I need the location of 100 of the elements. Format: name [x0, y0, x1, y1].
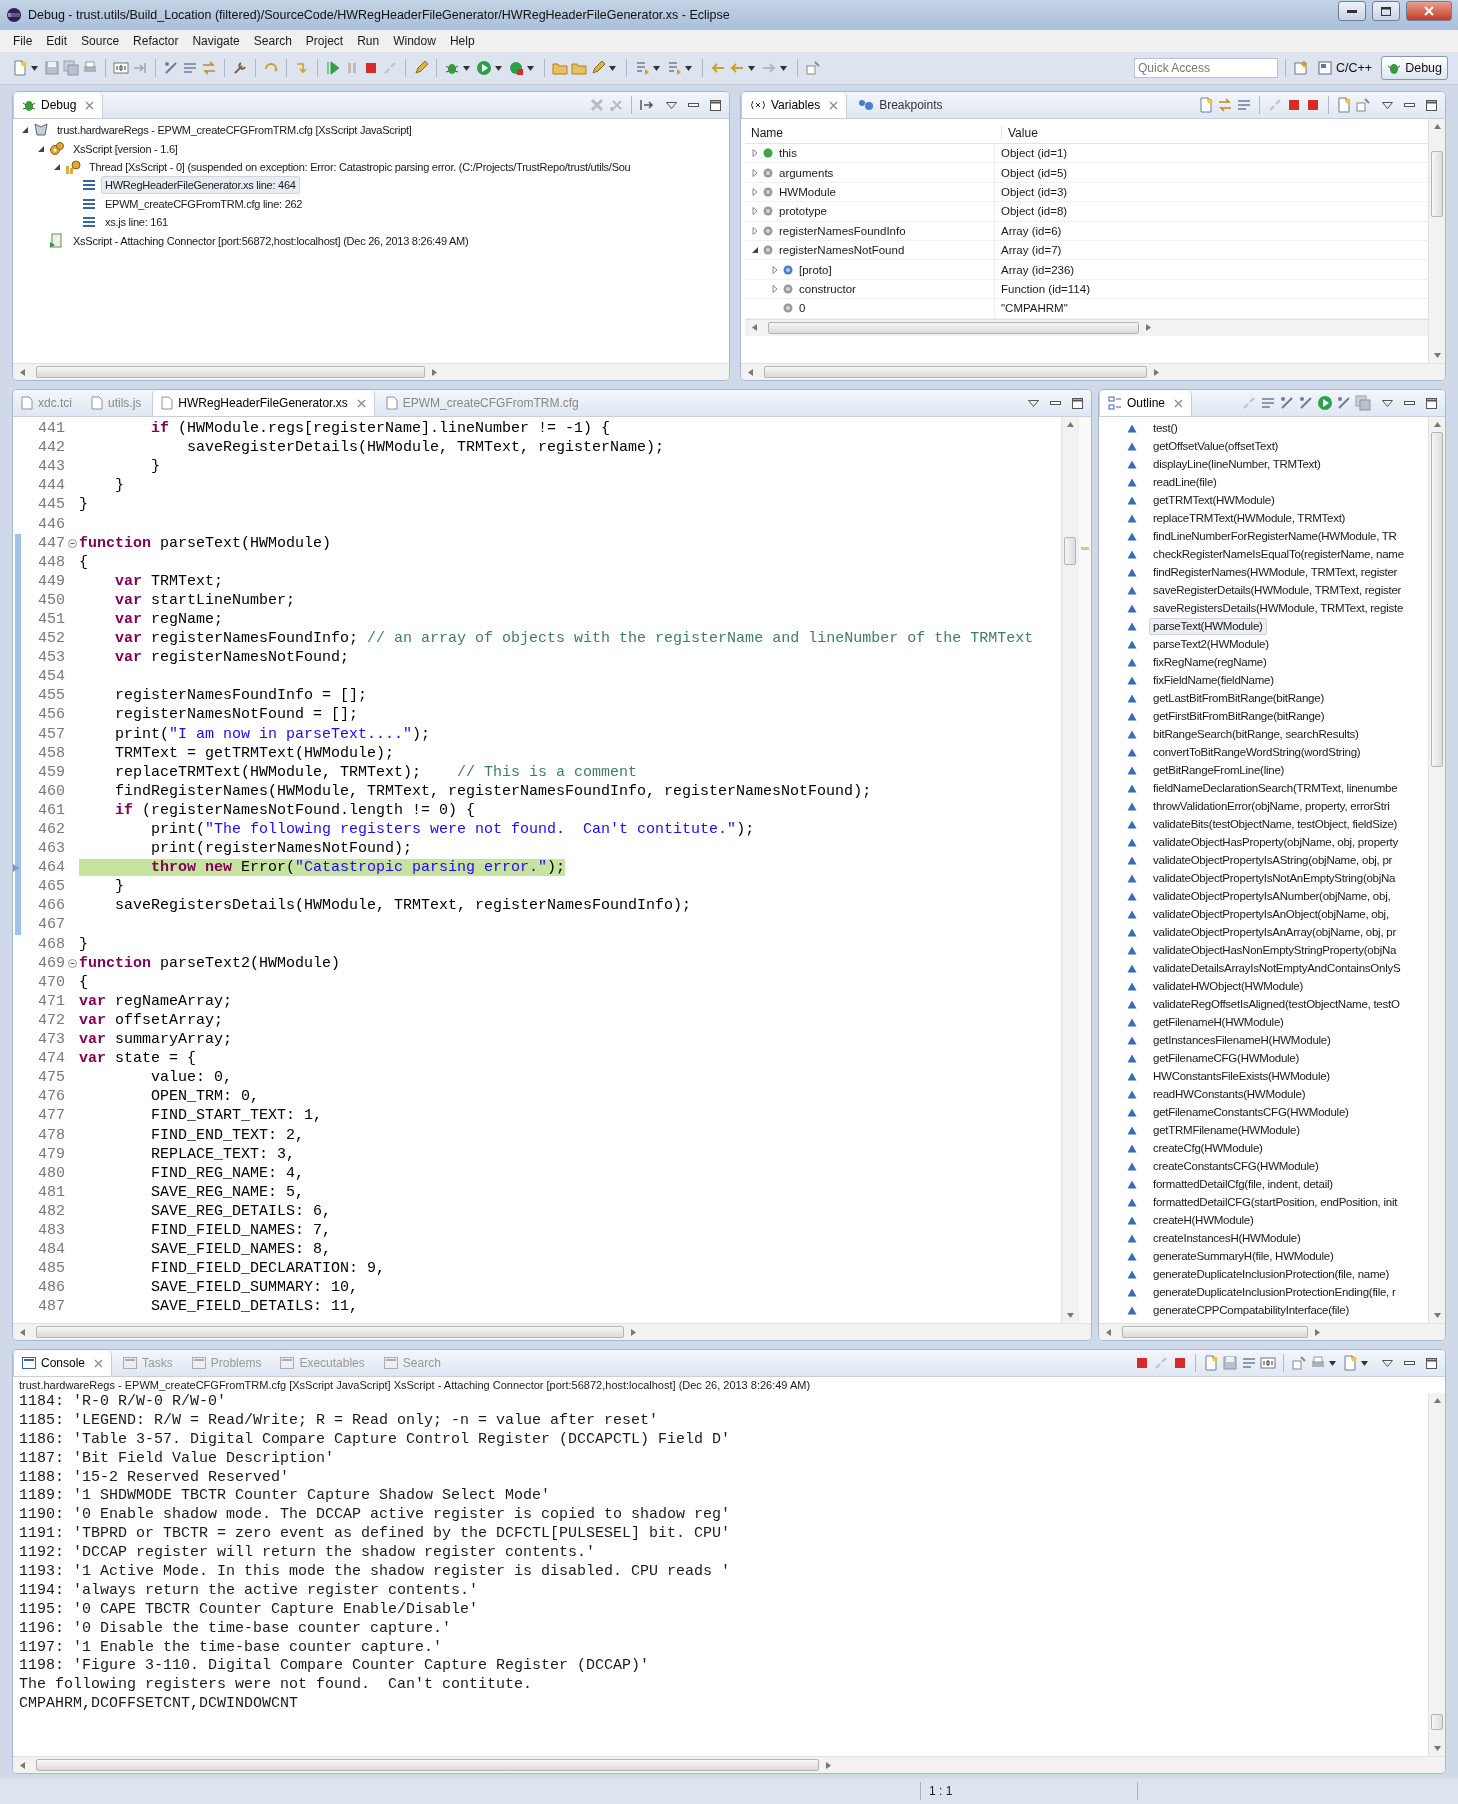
variable-name[interactable]: constructor	[799, 282, 856, 295]
outline-item[interactable]: findLineNumberForRegisterName(HWModule, TR	[1149, 527, 1401, 545]
maximize-icon[interactable]	[1381, 6, 1391, 16]
run-icon[interactable]	[1317, 395, 1333, 411]
outline-item[interactable]: checkRegisterNameIsEqualTo(registerName, name	[1149, 545, 1408, 563]
arrows-icon[interactable]	[1217, 97, 1233, 113]
maximize-button[interactable]	[1372, 1, 1400, 21]
scroll-down-icon[interactable]	[1433, 352, 1441, 359]
outline-icon[interactable]	[1108, 396, 1122, 410]
maximize-icon[interactable]	[1426, 99, 1437, 111]
pin-icon[interactable]	[805, 60, 821, 76]
perspective-button[interactable]: Debug	[1381, 56, 1448, 80]
expanded-arrow-icon[interactable]	[53, 162, 61, 171]
file-icon[interactable]	[385, 396, 398, 410]
outline-item[interactable]: throwValidationError(objName, property, errorStri	[1149, 797, 1394, 815]
maximize-icon[interactable]	[1426, 397, 1437, 409]
scroll-left-icon[interactable]	[19, 368, 26, 376]
link-icon[interactable]	[1298, 395, 1314, 411]
tree-item[interactable]: HWRegHeaderFileGenerator.xs line: 464	[101, 176, 300, 195]
collapsed-arrow-icon[interactable]	[751, 149, 759, 158]
collapsed-arrow-icon[interactable]	[751, 168, 759, 177]
outline-item[interactable]: test()	[1149, 419, 1182, 437]
outline-item[interactable]: getBitRangeFromLine(line)	[1149, 761, 1289, 779]
minimize-icon[interactable]	[1050, 401, 1061, 405]
caret-icon[interactable]	[463, 65, 470, 71]
tree-item[interactable]: XsScript [version - 1.6]	[69, 139, 182, 158]
resume-icon[interactable]	[325, 60, 341, 76]
variable-name[interactable]: this	[779, 147, 797, 160]
scroll-thumb[interactable]	[36, 1326, 625, 1338]
save-all-icon[interactable]	[63, 60, 79, 76]
outline-item[interactable]: convertToBitRangeWordString(wordString)	[1149, 743, 1365, 761]
tree-item[interactable]: EPWM_createCFGFromTRM.cfg line: 262	[101, 194, 307, 213]
pin-icon[interactable]	[1355, 97, 1371, 113]
fold-icon[interactable]	[67, 958, 77, 968]
list-icon[interactable]	[1260, 395, 1276, 411]
scroll-thumb[interactable]	[768, 321, 1140, 334]
outline-item[interactable]: fixFieldName(fieldName)	[1149, 671, 1278, 689]
vertical-scrollbar[interactable]	[1428, 119, 1445, 363]
step-return-icon[interactable]	[294, 60, 310, 76]
caret-icon[interactable]	[527, 65, 534, 71]
outline-item[interactable]: getLastBitFromBitRange(bitRange)	[1149, 689, 1328, 707]
scroll-left-icon[interactable]	[1105, 1328, 1112, 1336]
fold-icon[interactable]	[67, 538, 77, 548]
breakpoints-icon[interactable]	[858, 99, 875, 111]
expanded-arrow-icon[interactable]	[37, 144, 45, 153]
outline-item[interactable]: generateDuplicateInclusionProtectionEnding(file, r	[1149, 1284, 1400, 1302]
expanded-arrow-icon[interactable]	[751, 246, 759, 255]
outline-item[interactable]: validateObjectPropertyIsAString(objName, obj, pr	[1149, 851, 1397, 869]
window-icon[interactable]	[1318, 61, 1332, 75]
scroll-up-icon[interactable]	[1433, 421, 1441, 428]
quick-access-field[interactable]: Quick Access	[1134, 58, 1278, 78]
outline-item[interactable]: generateCPPCompatabilityInterface(file)	[1149, 1302, 1354, 1320]
scroll-up-icon[interactable]	[1433, 1397, 1441, 1404]
outline-item[interactable]: createH(HWModule)	[1149, 1212, 1258, 1230]
file-icon[interactable]	[91, 396, 103, 410]
caret-icon[interactable]	[609, 65, 616, 71]
horizontal-scrollbar[interactable]	[1099, 1323, 1445, 1340]
view-tab[interactable]: Console	[13, 1350, 113, 1376]
minimize-icon[interactable]	[1404, 103, 1415, 107]
outline-item[interactable]: validateObjectHasNonEmptyStringProperty(objNa	[1149, 941, 1401, 959]
variable-name[interactable]: registerNamesFoundInfo	[779, 224, 906, 237]
close-icon[interactable]	[356, 398, 366, 408]
maximize-icon[interactable]	[1426, 1357, 1437, 1369]
arrows-icon[interactable]	[201, 60, 217, 76]
open-perspective-icon[interactable]	[1293, 60, 1309, 76]
outline-item[interactable]: validateObjectPropertyIsAnObject(objName, obj,	[1149, 905, 1393, 923]
scroll-right-icon[interactable]	[630, 1328, 638, 1336]
caret-icon[interactable]	[31, 65, 38, 71]
caret-icon[interactable]	[653, 65, 660, 71]
list-icon[interactable]	[182, 60, 198, 76]
scroll-thumb[interactable]	[1431, 432, 1443, 767]
variable-name[interactable]: arguments	[779, 166, 834, 179]
stop-icon[interactable]	[1172, 1355, 1188, 1371]
collapsed-arrow-icon[interactable]	[771, 284, 779, 293]
vertical-scrollbar[interactable]	[1428, 1393, 1445, 1756]
view-tab[interactable]: Breakpoints	[850, 92, 951, 118]
menu-item[interactable]: Source	[74, 32, 127, 50]
menu-item[interactable]: Window	[386, 32, 443, 50]
collapsed-arrow-icon[interactable]	[751, 207, 759, 216]
tree-item[interactable]: trust.hardwareRegs - EPWM_createCFGFromTRM.cfg [XsScript JavaScript]	[53, 121, 416, 140]
tree-item[interactable]: Thread [XsScript - 0] (suspended on exception: Error: Catastropic parsing error. (C:/Projects/TrustRepo/trust/utils/Sou	[85, 157, 635, 176]
save-icon[interactable]	[44, 60, 60, 76]
horizontal-scrollbar[interactable]	[13, 1323, 1091, 1340]
column-header[interactable]: Value	[1002, 126, 1038, 140]
vertical-scrollbar[interactable]	[1428, 417, 1445, 1323]
outline-item[interactable]: displayLine(lineNumber, TRMText)	[1149, 455, 1325, 473]
outline-item[interactable]: createCfg(HWModule)	[1149, 1140, 1267, 1158]
collapsed-arrow-icon[interactable]	[751, 187, 759, 196]
maximize-icon[interactable]	[710, 99, 721, 111]
scroll-thumb[interactable]	[1064, 537, 1076, 566]
scroll-right-icon[interactable]	[431, 368, 439, 376]
outline-item[interactable]: validateObjectPropertyIsANumber(objName, obj,	[1149, 887, 1395, 905]
menu-item[interactable]: Search	[246, 32, 299, 50]
minimize-icon[interactable]	[1404, 401, 1415, 405]
menu-item[interactable]: Help	[442, 32, 482, 50]
scroll-left-icon[interactable]	[747, 368, 754, 376]
caret-icon[interactable]	[495, 65, 502, 71]
menu-item[interactable]: Run	[350, 32, 387, 50]
tree-item[interactable]: xs.js line: 161	[101, 213, 172, 232]
view-menu-icon[interactable]	[666, 101, 677, 109]
